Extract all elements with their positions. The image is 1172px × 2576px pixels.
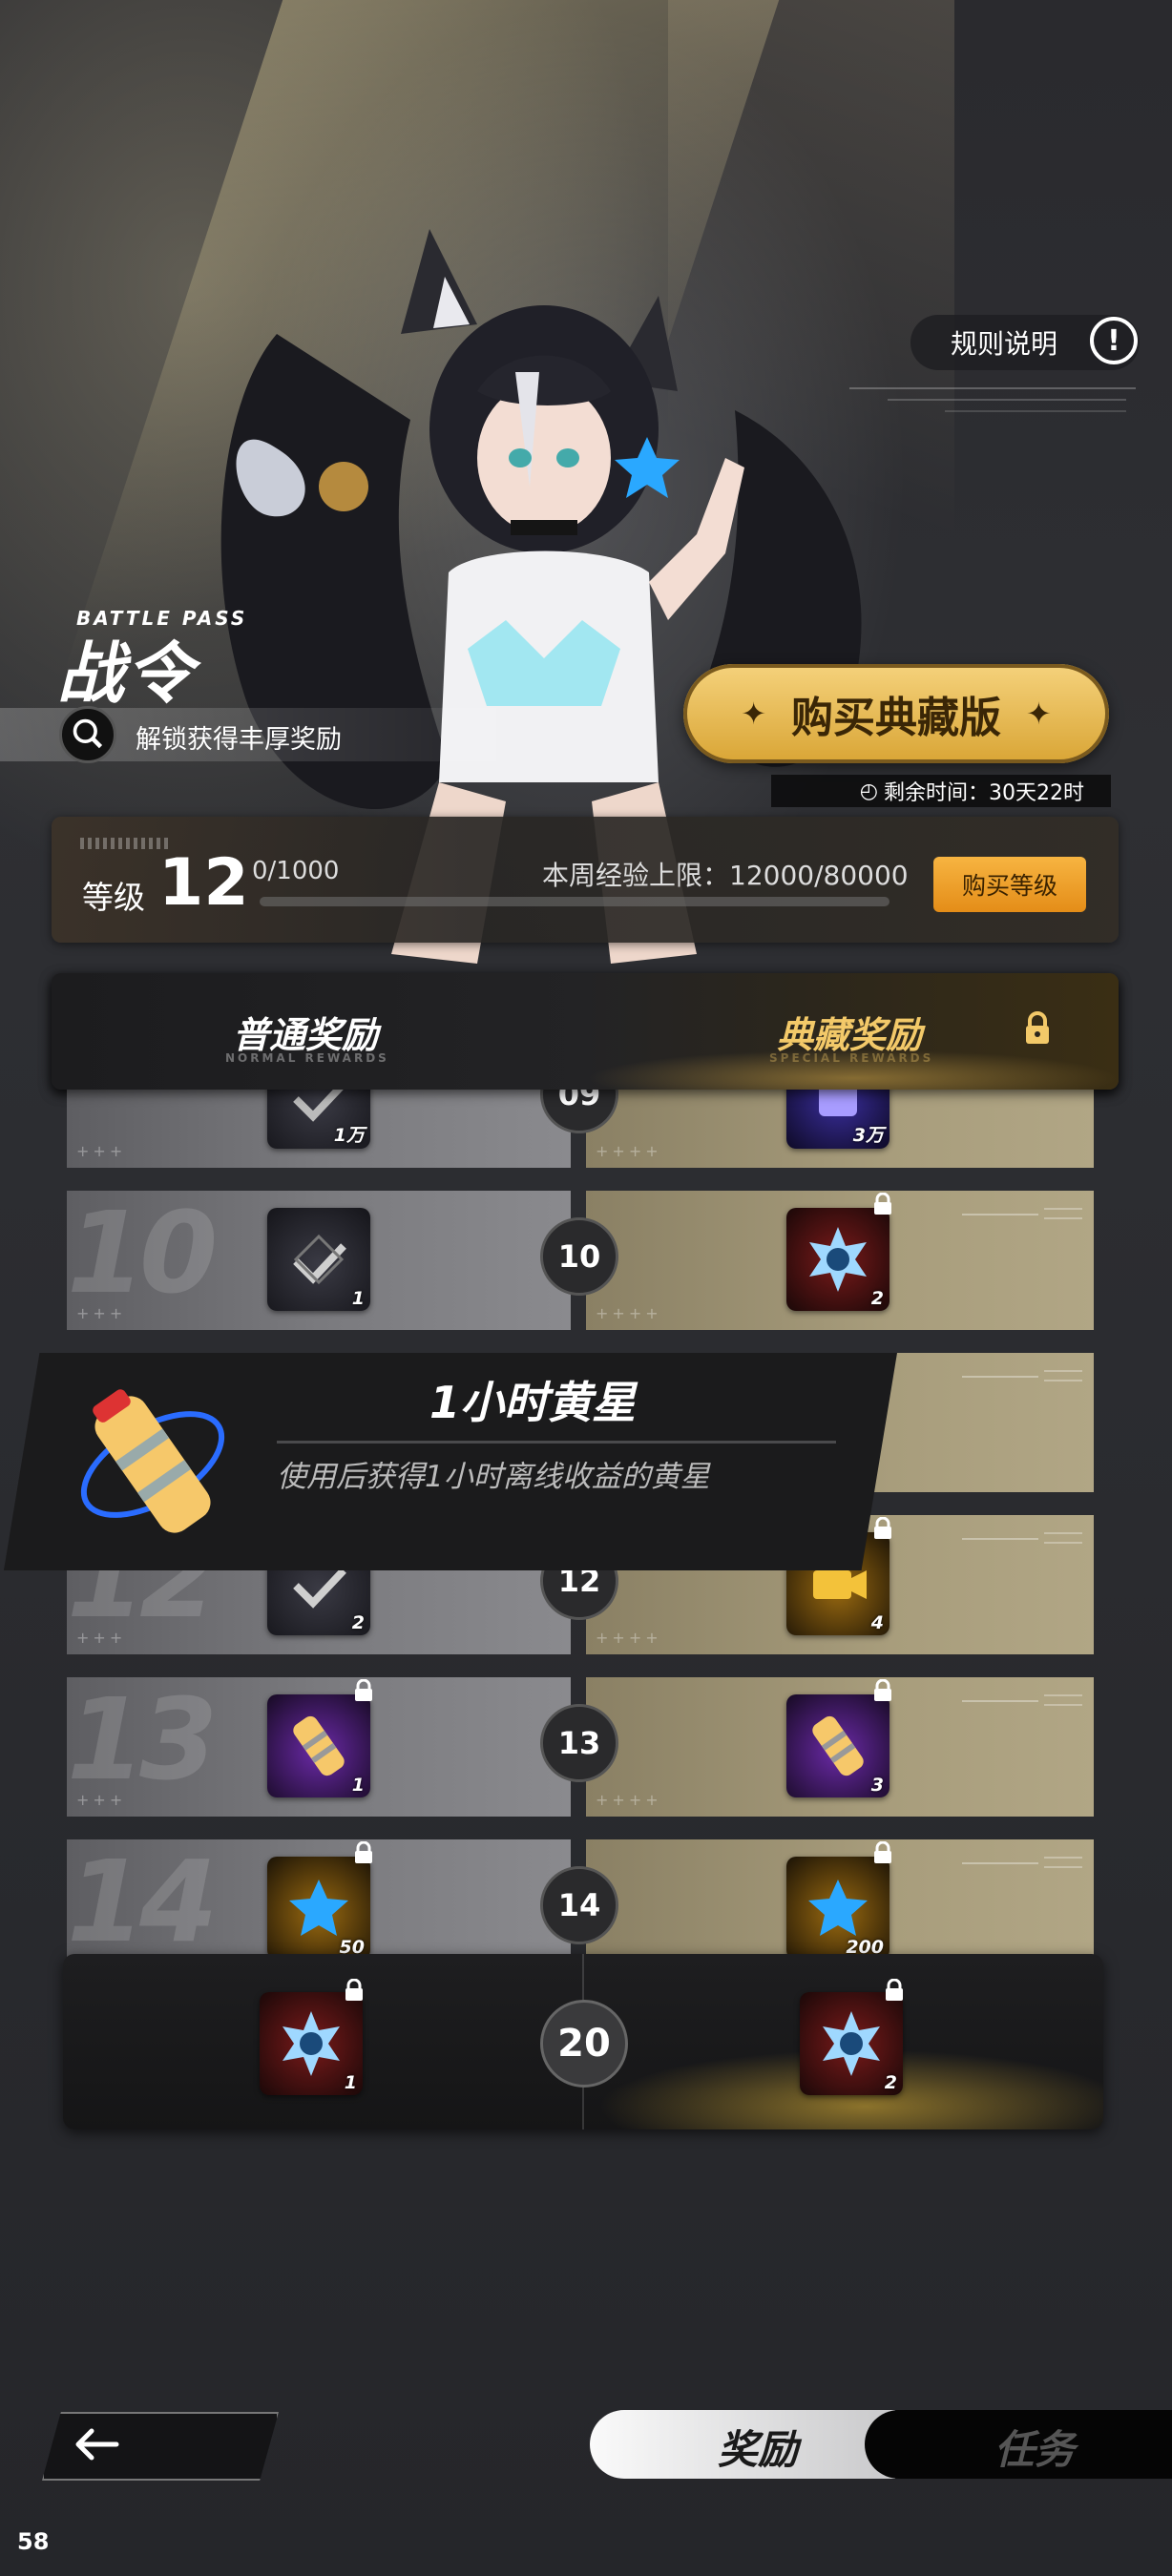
level-badge: 14 — [540, 1866, 618, 1944]
page-title: 战令 — [57, 634, 195, 713]
item-quantity: 2 — [870, 1288, 884, 1309]
reward-item[interactable]: 1 — [267, 1208, 370, 1311]
reward-item[interactable]: 50 — [267, 1857, 370, 1960]
item-quantity: 1 — [351, 1775, 365, 1796]
remaining-time: ◴ 剩余时间：30天22时 — [771, 775, 1111, 807]
level-number: 12 — [158, 845, 249, 921]
rules-label: 规则说明 — [951, 328, 1058, 360]
fps-counter: 58 — [17, 2528, 50, 2555]
tab-normal-sub: NORMAL REWARDS — [225, 1051, 389, 1065]
item-quantity: 1 — [344, 2072, 357, 2093]
lock-icon — [355, 1679, 372, 1701]
remaining-time-text: 剩余时间：30天22时 — [884, 781, 1084, 805]
reward-row: 13 +++ ++++ 1 3 13 — [67, 1673, 1094, 1817]
lock-icon — [874, 1841, 891, 1863]
exp-progress-bar — [260, 897, 889, 906]
clock-icon: ◴ — [859, 779, 878, 803]
item-quantity: 1 — [351, 1288, 365, 1309]
tab-reward-label: 奖励 — [718, 2426, 799, 2473]
info-exclamation-icon: ! — [1090, 317, 1138, 364]
decorative-lines — [962, 1694, 1082, 1706]
level-badge: 13 — [540, 1704, 618, 1782]
item-quantity: 1万 — [333, 1125, 365, 1146]
decorative-lines — [962, 1532, 1082, 1544]
lock-icon — [355, 1841, 372, 1863]
lock-icon — [886, 1979, 903, 2001]
row-number-watermark: 14 — [67, 1836, 218, 1967]
lock-icon — [874, 1679, 891, 1701]
exp-progress-text: 0/1000 — [252, 857, 340, 885]
decorative-lines — [962, 1208, 1082, 1219]
level-badge: 10 — [540, 1217, 618, 1296]
item-quantity: 2 — [351, 1612, 365, 1633]
reward-item[interactable]: 3 — [786, 1694, 889, 1797]
milestone-level-badge: 20 — [540, 2000, 628, 2088]
item-quantity: 3万 — [852, 1125, 884, 1146]
tooltip-description: 使用后获得1小时离线收益的黄星 — [277, 1460, 710, 1494]
tooltip-divider — [277, 1441, 836, 1444]
tab-normal-rewards[interactable]: 普通奖励 — [233, 1006, 378, 1058]
reward-item[interactable]: 2 — [786, 1208, 889, 1311]
lock-icon — [874, 1517, 891, 1539]
reward-item[interactable]: 1 — [267, 1694, 370, 1797]
sparkle-icon: ✦ — [741, 696, 766, 732]
level-label: 等级 — [82, 879, 145, 916]
item-quantity: 3 — [870, 1775, 884, 1796]
level-panel: 等级 12 0/1000 本周经验上限：12000/80000 购买等级 — [52, 817, 1119, 943]
buy-deluxe-button[interactable]: ✦ 购买典藏版 ✦ — [683, 664, 1109, 763]
buy-level-button[interactable]: 购买等级 — [933, 857, 1086, 912]
lock-icon — [345, 1979, 363, 2001]
tab-deluxe-rewards[interactable]: 典藏奖励 — [777, 1006, 922, 1058]
decorative-lines — [962, 1370, 1082, 1381]
tab-deluxe-sub: SPECIAL REWARDS — [769, 1051, 934, 1065]
buy-deluxe-label: 购买典藏版 — [791, 694, 1001, 742]
energy-capsule-icon — [80, 1389, 225, 1533]
reward-item[interactable]: 200 — [786, 1857, 889, 1960]
reward-item[interactable]: 2 — [800, 1992, 903, 2095]
decorative-lines — [962, 1857, 1082, 1868]
item-quantity: 4 — [870, 1612, 884, 1633]
tooltip-title: 1小时黄星 — [429, 1377, 637, 1428]
tab-task-label: 任务 — [994, 2426, 1076, 2473]
row-number-watermark: 10 — [67, 1187, 218, 1319]
unlock-text: 解锁获得丰厚奖励 — [136, 725, 342, 755]
reward-row: 10 +++ ++++ 1 2 10 — [67, 1187, 1094, 1330]
lock-icon — [874, 1193, 891, 1215]
sparkle-icon: ✦ — [1026, 696, 1052, 732]
reward-tabs-header-overlay: 普通奖励 NORMAL REWARDS 典藏奖励 SPECIAL REWARDS — [52, 973, 1119, 1090]
row-number-watermark: 13 — [67, 1673, 218, 1805]
reward-item[interactable]: 1 — [260, 1992, 363, 2095]
weekly-exp-cap: 本周经验上限：12000/80000 — [542, 860, 909, 891]
rules-button[interactable]: 规则说明 ! — [910, 315, 1140, 370]
decorative-lines — [849, 387, 1136, 412]
magnifier-icon — [59, 706, 116, 763]
back-arrow-icon[interactable] — [69, 2421, 122, 2467]
lock-icon — [1026, 1011, 1049, 1044]
item-quantity: 2 — [884, 2072, 897, 2093]
